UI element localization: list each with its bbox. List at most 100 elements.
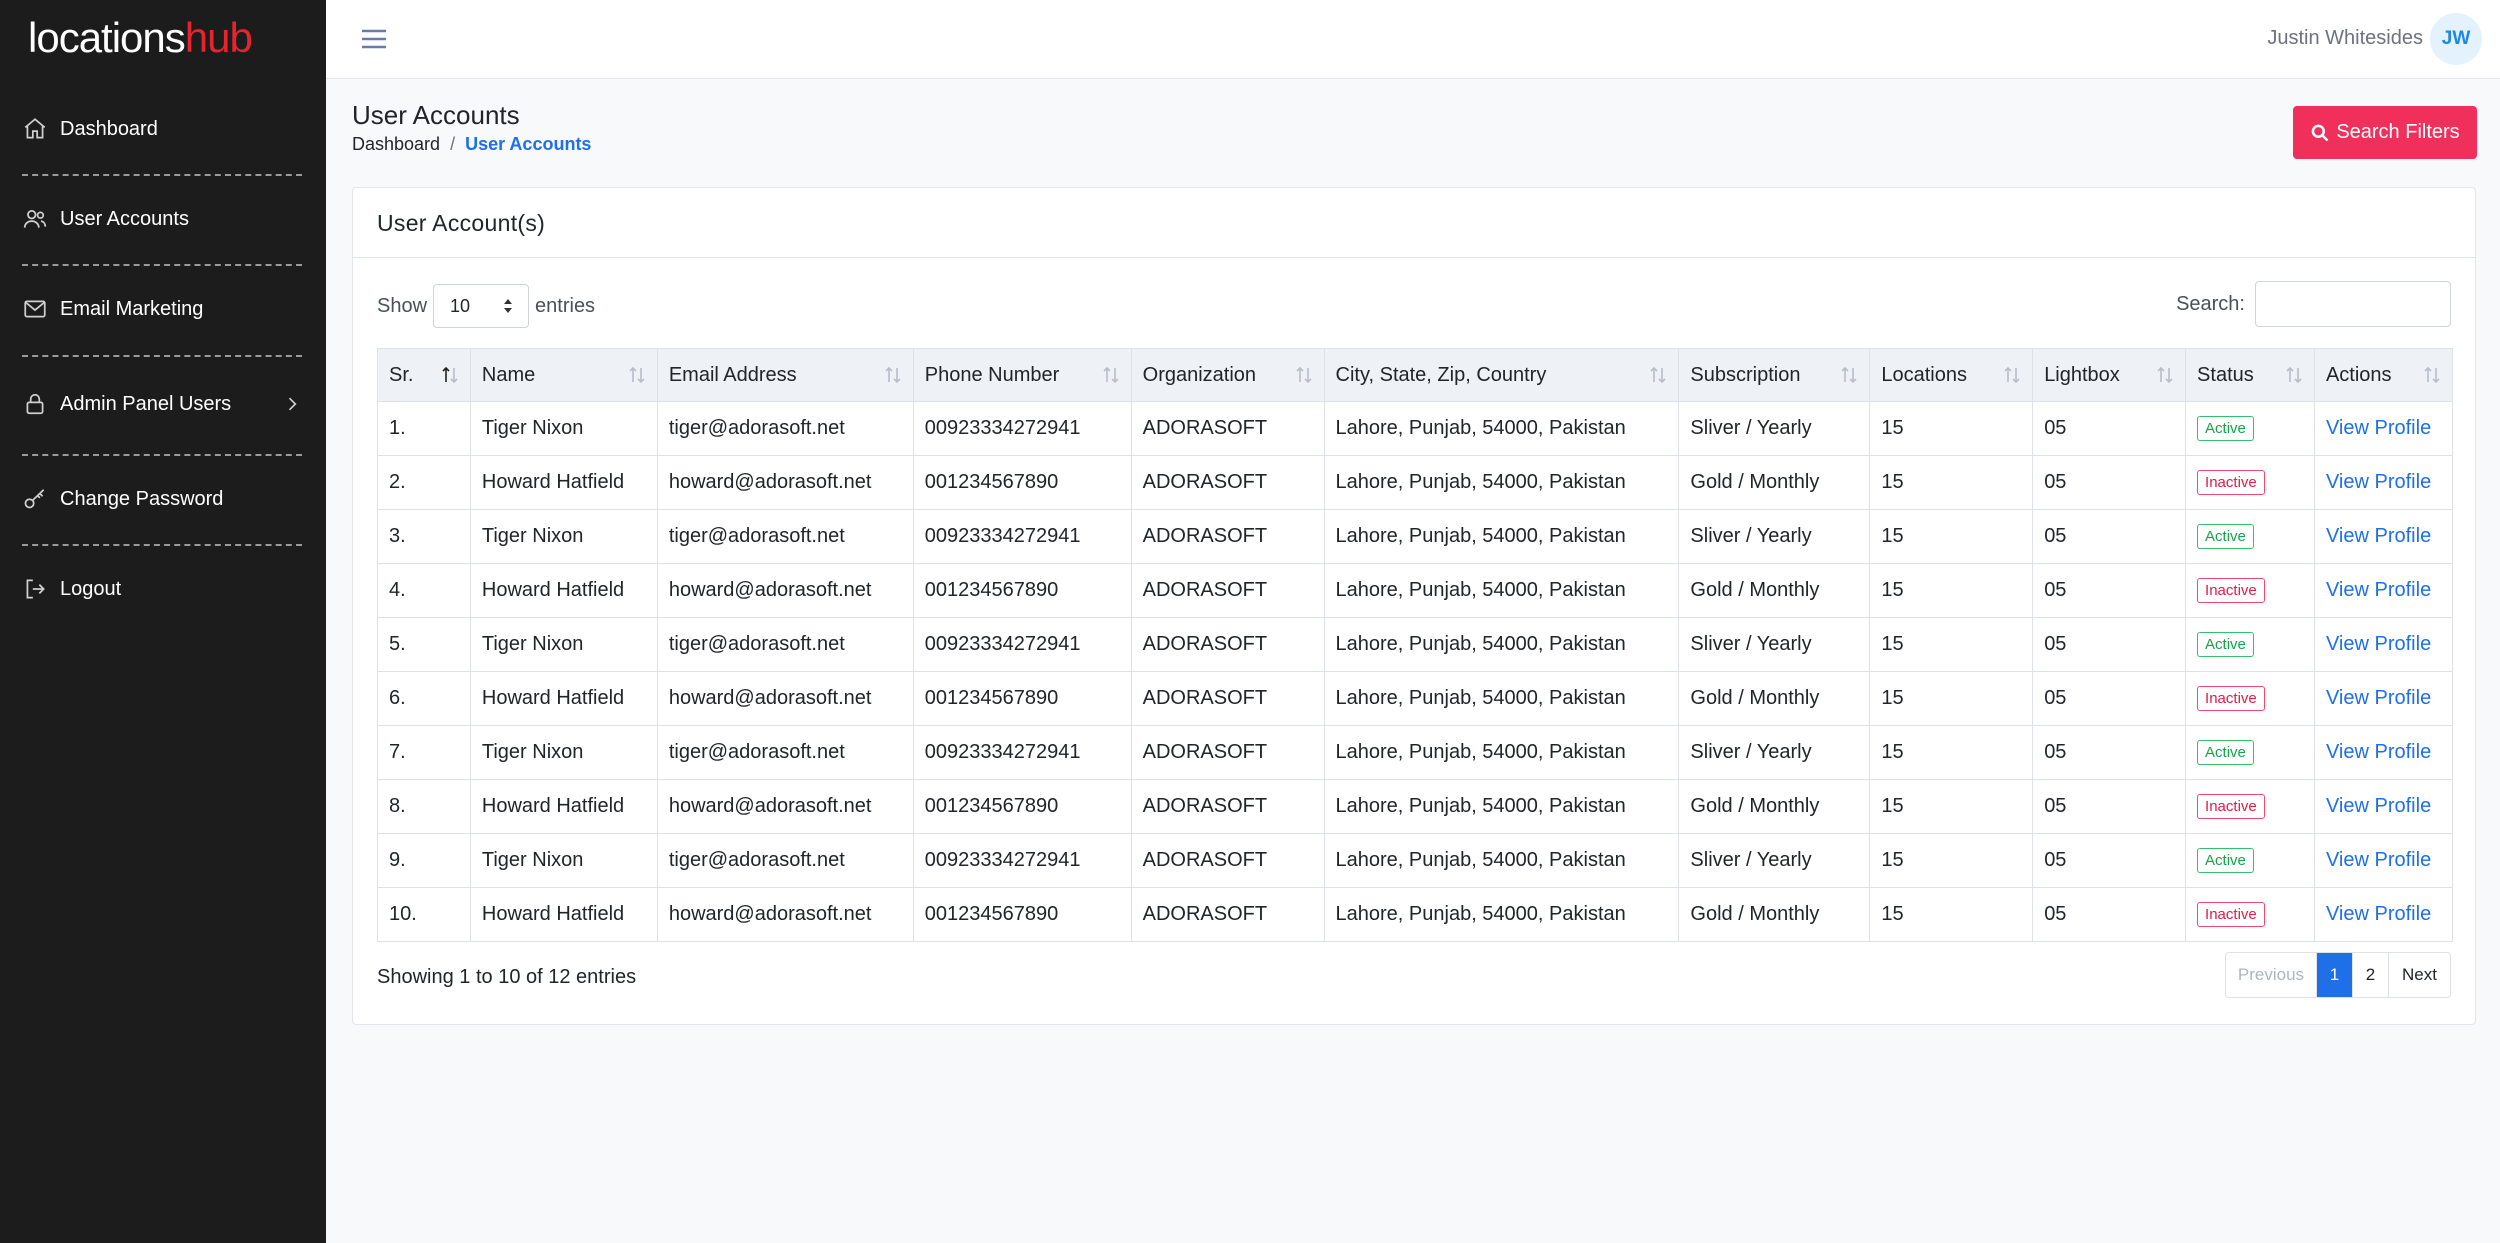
cell-phone: 001234567890 (912, 455, 1132, 510)
table-row[interactable]: 4. Howard Hatfield howard@adorasoft.net 001… (377, 563, 2454, 618)
view-profile-link[interactable]: View Profile (2326, 525, 2431, 547)
cell-text: Sliver / Yearly (1690, 525, 1812, 547)
view-profile-link[interactable]: View Profile (2326, 579, 2431, 601)
user-accounts-table: Sr. Name Email Address Phone Number Organiza… (377, 348, 2454, 942)
column-header-label: Email Address (668, 363, 797, 386)
cell-phone: 00923334272941 (912, 509, 1132, 564)
brand-logo[interactable]: locationshub (28, 14, 253, 62)
view-profile-link[interactable]: View Profile (2326, 471, 2431, 493)
cell-city: Lahore, Punjab, 54000, Pakistan (1323, 725, 1680, 780)
view-profile-link[interactable]: View Profile (2326, 795, 2431, 817)
cell-text: 6. (389, 687, 406, 709)
status-badge: Inactive (2197, 794, 2265, 819)
column-header-label: Name (481, 363, 536, 386)
sidebar-item-admin-panel-users[interactable]: Admin Panel Users (22, 374, 302, 434)
sidebar-item-email-marketing[interactable]: Email Marketing (22, 279, 302, 339)
entries-select[interactable]: 10 (433, 284, 530, 328)
cell-text: Howard Hatfield (481, 687, 625, 709)
view-profile-link[interactable]: View Profile (2326, 849, 2431, 871)
cell-text: Lahore, Punjab, 54000, Pakistan (1335, 417, 1626, 439)
cell-status: Active (2185, 509, 2315, 564)
table-row[interactable]: 7. Tiger Nixon tiger@adorasoft.net 00923334… (377, 725, 2454, 780)
sidebar-item-dashboard[interactable]: Dashboard (22, 99, 302, 159)
sidebar-item-label: Change Password (60, 487, 224, 510)
column-header-3[interactable]: Phone Number (912, 348, 1132, 402)
view-profile-link[interactable]: View Profile (2326, 417, 2431, 439)
cell-text: 15 (1881, 849, 1904, 871)
sort-icon (2286, 366, 2302, 384)
column-header-9[interactable]: Status (2185, 348, 2315, 402)
cell-sr: 9. (377, 833, 471, 888)
column-header-4[interactable]: Organization (1130, 348, 1325, 402)
sidebar-divider (22, 355, 302, 357)
column-header-8[interactable]: Lightbox (2032, 348, 2187, 402)
cell-city: Lahore, Punjab, 54000, Pakistan (1323, 617, 1680, 672)
user-name[interactable]: Justin Whitesides (2267, 27, 2423, 50)
cell-email: howard@adorasoft.net (656, 779, 914, 834)
pagination-previous[interactable]: Previous (2226, 953, 2318, 997)
table-row[interactable]: 8. Howard Hatfield howard@adorasoft.net 001… (377, 779, 2454, 834)
column-header-label: Status (2197, 363, 2254, 386)
cell-email: howard@adorasoft.net (656, 455, 914, 510)
avatar[interactable]: JW (2430, 13, 2482, 65)
table-row[interactable]: 3. Tiger Nixon tiger@adorasoft.net 00923334… (377, 509, 2454, 564)
cell-name: Howard Hatfield (469, 887, 658, 942)
cell-text: 2. (389, 471, 406, 493)
cell-subscription: Sliver / Yearly (1678, 401, 1871, 456)
cell-text: Howard Hatfield (481, 903, 625, 925)
cell-text: 4. (389, 579, 406, 601)
pagination-next[interactable]: Next (2389, 953, 2450, 997)
search-input[interactable] (2255, 281, 2451, 327)
sidebar-item-user-accounts[interactable]: User Accounts (22, 189, 302, 249)
cell-text: 05 (2044, 795, 2067, 817)
status-badge: Active (2197, 740, 2254, 765)
status-badge: Active (2197, 416, 2254, 441)
column-header-7[interactable]: Locations (1869, 348, 2034, 402)
cell-sr: 7. (377, 725, 471, 780)
cell-locations: 15 (1869, 779, 2034, 834)
pagination-page-1[interactable]: 1 (2317, 953, 2354, 997)
table-row[interactable]: 5. Tiger Nixon tiger@adorasoft.net 00923334… (377, 617, 2454, 672)
cell-action: View Profile (2313, 617, 2454, 672)
column-header-0[interactable]: Sr. (377, 348, 471, 402)
cell-text: 15 (1881, 417, 1904, 439)
cell-email: howard@adorasoft.net (656, 671, 914, 726)
cell-text: ADORASOFT (1142, 579, 1268, 601)
cell-text: ADORASOFT (1142, 849, 1268, 871)
sidebar-item-logout[interactable]: Logout (22, 559, 302, 619)
search-filters-button[interactable]: Search Filters (2293, 106, 2477, 159)
sidebar-item-change-password[interactable]: Change Password (22, 469, 302, 529)
hamburger-menu-icon[interactable] (359, 24, 389, 54)
column-header-6[interactable]: Subscription (1678, 348, 1871, 402)
cell-text: 15 (1881, 471, 1904, 493)
table-row[interactable]: 10. Howard Hatfield howard@adorasoft.net 00… (377, 887, 2454, 942)
cell-action: View Profile (2313, 779, 2454, 834)
cell-city: Lahore, Punjab, 54000, Pakistan (1323, 563, 1680, 618)
column-header-10[interactable]: Actions (2313, 348, 2454, 402)
column-header-1[interactable]: Name (469, 348, 658, 402)
sidebar-item-label: Email Marketing (60, 297, 204, 320)
cell-action: View Profile (2313, 833, 2454, 888)
cell-name: Howard Hatfield (469, 455, 658, 510)
table-row[interactable]: 1. Tiger Nixon tiger@adorasoft.net 00923334… (377, 401, 2454, 456)
cell-locations: 15 (1869, 671, 2034, 726)
sort-icon (442, 366, 458, 384)
cell-locations: 15 (1869, 887, 2034, 942)
view-profile-link[interactable]: View Profile (2326, 687, 2431, 709)
column-header-5[interactable]: City, State, Zip, Country (1323, 348, 1680, 402)
breadcrumb: Dashboard / User Accounts (352, 134, 591, 155)
cell-lightbox: 05 (2032, 509, 2187, 564)
cell-text: Gold / Monthly (1690, 687, 1820, 709)
view-profile-link[interactable]: View Profile (2326, 741, 2431, 763)
view-profile-link[interactable]: View Profile (2326, 903, 2431, 925)
view-profile-link[interactable]: View Profile (2326, 633, 2431, 655)
users-icon (23, 210, 47, 228)
cell-text: 1. (389, 417, 406, 439)
table-row[interactable]: 9. Tiger Nixon tiger@adorasoft.net 00923334… (377, 833, 2454, 888)
table-row[interactable]: 2. Howard Hatfield howard@adorasoft.net 001… (377, 455, 2454, 510)
cell-subscription: Gold / Monthly (1678, 887, 1871, 942)
column-header-2[interactable]: Email Address (656, 348, 914, 402)
pagination-page-2[interactable]: 2 (2353, 953, 2390, 997)
breadcrumb-home-link[interactable]: Dashboard (352, 134, 440, 155)
table-row[interactable]: 6. Howard Hatfield howard@adorasoft.net 001… (377, 671, 2454, 726)
